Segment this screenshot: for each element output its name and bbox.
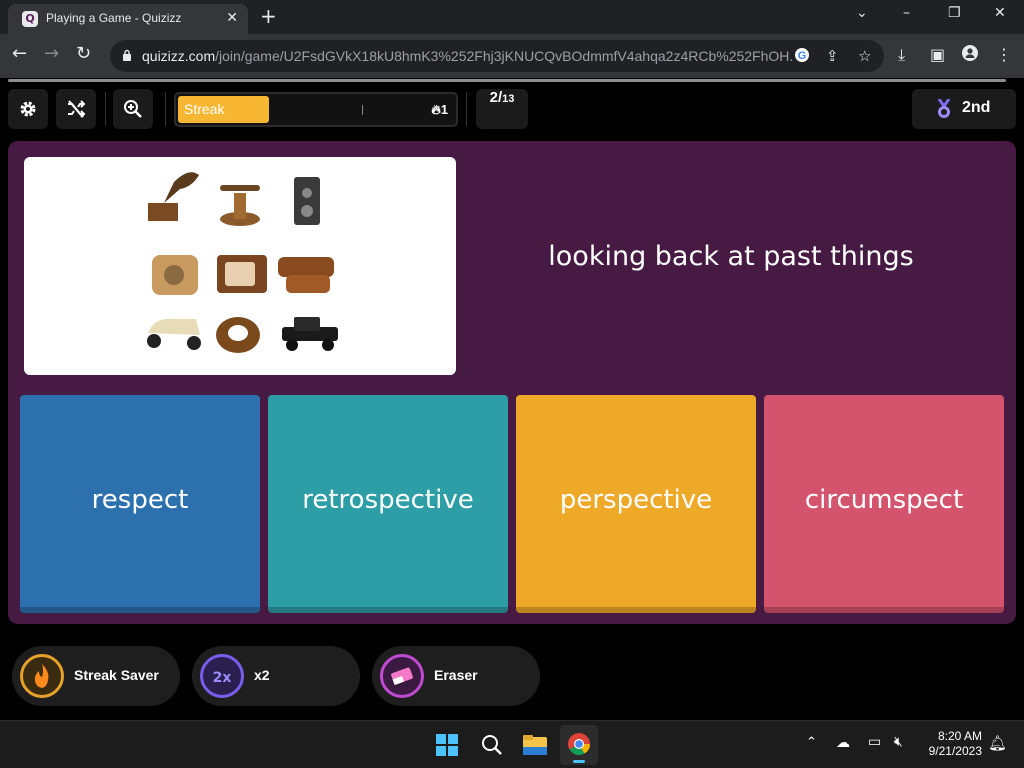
streak-count: 🔥︎1 (431, 102, 448, 117)
powerup-streak-saver[interactable]: Streak Saver (12, 646, 180, 706)
browser-menu-icon[interactable]: ⋮ (996, 45, 1012, 64)
svg-text:2x: 2x (213, 670, 232, 686)
zoom-button[interactable] (113, 89, 153, 129)
option-shadow (516, 607, 756, 613)
windows-start-icon[interactable] (435, 733, 459, 757)
streak-label: Streak (184, 101, 225, 117)
scooter-icon (147, 318, 201, 350)
back-icon[interactable]: ← (12, 44, 27, 64)
zoom-in-icon (124, 100, 142, 118)
rank-badge[interactable]: 2nd (912, 89, 1016, 129)
restore-icon[interactable]: ❐ (948, 5, 961, 21)
question-card: looking back at past things respect retr… (8, 141, 1016, 624)
streak-milestone-tick (362, 105, 363, 115)
option-shadow (20, 607, 260, 613)
question-text: looking back at past things (548, 241, 914, 272)
toolbar-divider (165, 92, 166, 126)
strap-icon (216, 317, 260, 353)
question-image[interactable] (24, 157, 456, 375)
gear-icon (20, 101, 36, 117)
question-counter: 2/13 (476, 89, 528, 129)
tab-title: Playing a Game - Quizizz (46, 11, 182, 25)
toolbar-divider (105, 92, 106, 126)
powerup-label: Streak Saver (74, 667, 159, 683)
chevron-up-icon[interactable]: ⌃ (806, 735, 817, 750)
file-explorer-icon[interactable] (522, 733, 548, 757)
shuffle-off-icon (68, 100, 86, 118)
quizizz-favicon-icon: Q (22, 11, 38, 27)
chrome-icon (568, 733, 590, 755)
camera-icon (294, 177, 320, 225)
answer-label: perspective (559, 485, 713, 515)
lock-icon (123, 49, 131, 61)
option-shadow (764, 607, 1004, 613)
forward-icon[interactable]: → (44, 44, 59, 64)
profile-icon[interactable] (962, 45, 978, 65)
television-icon (217, 255, 267, 293)
settings-button[interactable] (8, 89, 48, 129)
svg-text:G: G (798, 50, 807, 62)
powerup-eraser[interactable]: Eraser (372, 646, 540, 706)
notification-bell-icon[interactable]: 🔔︎ (988, 734, 1007, 752)
chrome-taskbar-button[interactable] (560, 725, 598, 765)
trunk-icon (278, 257, 334, 293)
minimize-icon[interactable]: – (903, 5, 910, 21)
browser-tab[interactable]: Q Playing a Game - Quizizz ✕ (8, 4, 248, 34)
double-points-icon: 2x (200, 654, 244, 698)
option-shadow (268, 607, 508, 613)
close-tab-icon[interactable]: ✕ (226, 10, 238, 26)
volume-muted-icon[interactable]: 🔇︎ (894, 734, 903, 750)
url-text: quizizz.com/join/game/U2FsdGVkX18kU8hmK3… (142, 48, 792, 64)
new-tab-icon[interactable]: + (260, 6, 277, 26)
address-bar[interactable]: quizizz.com/join/game/U2FsdGVkX18kU8hmK3… (110, 40, 884, 72)
close-window-icon[interactable]: ✕ (994, 5, 1006, 21)
answer-option-2[interactable]: retrospective (268, 395, 508, 613)
telephone-icon (220, 185, 260, 226)
answer-label: respect (91, 485, 189, 515)
bookmark-star-icon[interactable]: ☆ (858, 47, 871, 65)
powerup-label: x2 (254, 667, 270, 683)
answer-option-3[interactable]: perspective (516, 395, 756, 613)
clock-time: 8:20 AM (937, 729, 982, 743)
eraser-icon (380, 654, 424, 698)
page-load-progress (8, 79, 1006, 82)
vintage-car-icon (282, 317, 338, 351)
active-indicator (573, 760, 585, 763)
share-icon[interactable]: ⇪ (826, 47, 839, 65)
browser-tab-strip: Q Playing a Game - Quizizz ✕ + ⌄ – ❐ ✕ (0, 0, 1024, 34)
download-icon[interactable]: ⤓ (898, 45, 905, 65)
windows-taskbar: ⌃ ☁ ▭ 🔇︎ 8:20 AM 9/21/2023 🔔︎ (0, 720, 1024, 768)
answer-option-1[interactable]: respect (20, 395, 260, 613)
gramophone-icon (148, 172, 199, 221)
browser-toolbar: ← → ↻ quizizz.com/join/game/U2FsdGVkX18k… (0, 34, 1024, 78)
search-icon[interactable] (480, 733, 504, 757)
powerup-label: Eraser (434, 667, 478, 683)
medal-icon (937, 99, 951, 118)
clock-date: 9/21/2023 (928, 744, 982, 758)
google-lens-icon[interactable]: G (794, 47, 810, 67)
reload-icon[interactable]: ↻ (76, 44, 91, 64)
toolbar-divider (466, 92, 467, 126)
answer-label: retrospective (302, 485, 474, 515)
streak-saver-icon (20, 654, 64, 698)
flame-icon: 🔥︎ (431, 102, 441, 117)
tab-search-icon[interactable]: ⌄ (856, 5, 868, 21)
answer-option-4[interactable]: circumspect (764, 395, 1004, 613)
clock[interactable]: 8:20 AM 9/21/2023 (924, 729, 982, 759)
streak-bar: Streak 🔥︎1 (174, 92, 458, 127)
rank-text: 2nd (962, 99, 991, 116)
side-panel-icon[interactable]: ▣ (930, 45, 945, 64)
radio-icon (152, 255, 198, 295)
network-icon[interactable]: ▭ (868, 734, 881, 750)
powerup-double-points[interactable]: 2x x2 (192, 646, 360, 706)
answer-label: circumspect (804, 485, 964, 515)
music-toggle-button[interactable] (56, 89, 96, 129)
antique-objects-image (147, 172, 338, 353)
onedrive-icon[interactable]: ☁ (836, 735, 850, 751)
